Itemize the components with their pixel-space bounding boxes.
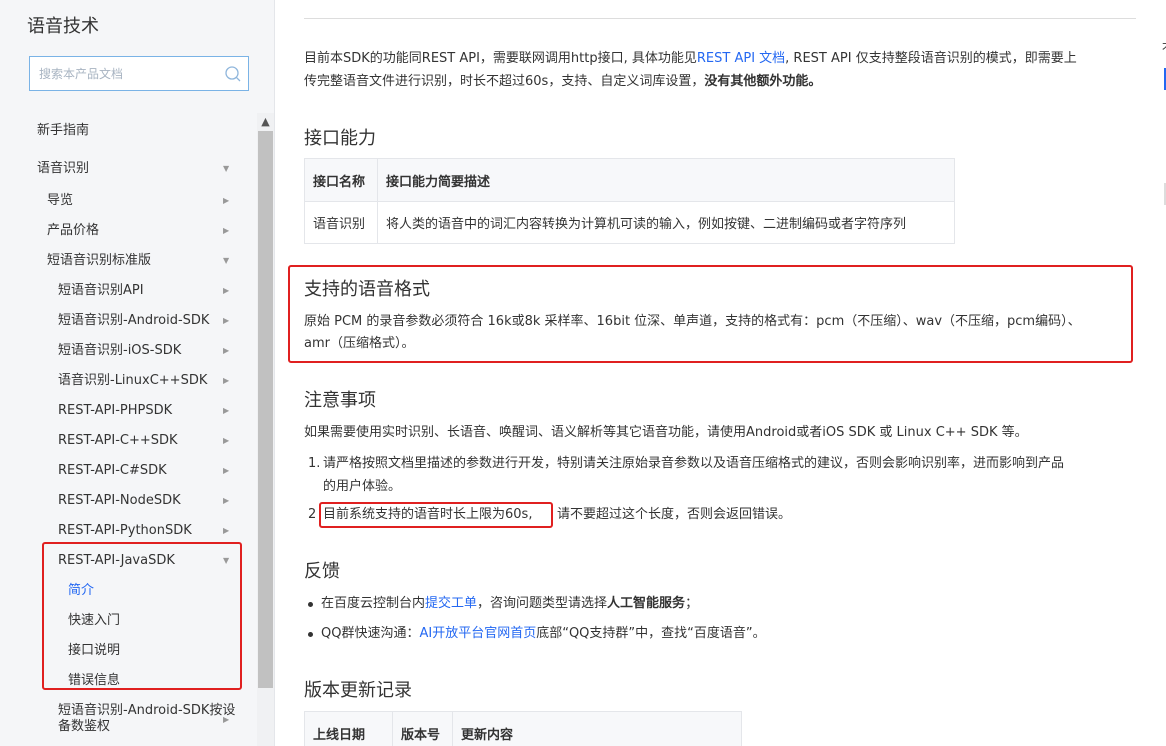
highlight-box-duration-limit [319, 502, 553, 528]
sidebar-item-short-speech-standard[interactable]: 短语音识别标准版 ▼ [0, 246, 255, 276]
note-1-number: 1. [308, 456, 321, 471]
highlight-box-java-sdk-nav [42, 542, 242, 690]
table-header: 接口名称 [304, 158, 378, 202]
chevron-right-icon: ▶ [223, 196, 230, 205]
sidebar-item-pricing[interactable]: 产品价格 ▶ [0, 216, 255, 246]
sidebar-item-php-sdk[interactable]: REST-API-PHPSDK ▶ [0, 396, 255, 426]
note-2-number: 2 [308, 507, 317, 522]
sidebar-item-cpp-sdk[interactable]: REST-API-C++SDK ▶ [0, 426, 255, 456]
sidebar-scrollbar-thumb[interactable] [258, 131, 273, 688]
chevron-down-icon: ▼ [223, 164, 230, 173]
search-icon[interactable] [224, 65, 241, 82]
right-toc-peek: 才 [1146, 0, 1166, 746]
table-cell: 语音识别 [304, 201, 378, 244]
table-header: 更新内容 [452, 711, 742, 746]
heading-feedback: 反馈 [304, 561, 340, 582]
doc-search-box [29, 56, 249, 91]
docs-page: 语音技术 ▲ 新手指南 语音识别 ▼ 导览 ▶ 产品价格 ▶ 短语音识别标准版 [0, 0, 1166, 746]
heading-capability: 接口能力 [304, 128, 376, 149]
feedback-list: 在百度云控制台内提交工单，咨询问题类型请选择人工智能服务； QQ群快速沟通：AI… [304, 589, 1144, 649]
sidebar-item-linux-cpp-sdk[interactable]: 语音识别-LinuxC++SDK ▶ [0, 366, 255, 396]
doc-content: 目前本SDK的功能同REST API，需要联网调用http接口, 具体功能见RE… [276, 0, 1146, 746]
note-2-rest: 请不要超过这个长度，否则会返回错误。 [557, 507, 792, 522]
sidebar-item-getting-started[interactable]: 新手指南 [0, 116, 255, 146]
chevron-right-icon: ▶ [223, 226, 230, 235]
list-item: QQ群快速沟通：AI开放平台官网首页底部“QQ支持群”中，查找“百度语音”。 [304, 619, 1144, 649]
sidebar-item-csharp-sdk[interactable]: REST-API-C#SDK ▶ [0, 456, 255, 486]
submit-ticket-link[interactable]: 提交工单 [425, 596, 477, 611]
chevron-right-icon: ▶ [223, 436, 230, 445]
note-1-line-2: 的用户体验。 [323, 479, 402, 494]
sidebar-item-speech-recognition[interactable]: 语音识别 ▼ [0, 154, 255, 184]
sidebar: 语音技术 ▲ 新手指南 语音识别 ▼ 导览 ▶ 产品价格 ▶ 短语音识别标准版 [0, 0, 275, 746]
table-cell: 将人类的语音中的词汇内容转换为计算机可读的输入，例如按键、二进制编码或者字符序列 [377, 201, 955, 244]
chevron-right-icon: ▶ [223, 286, 230, 295]
table-header: 接口能力简要描述 [377, 158, 955, 202]
chevron-right-icon: ▶ [223, 346, 230, 355]
intro-line-2: 传完整语音文件进行识别，时长不超过60s，支持、自定义词库设置，没有其他额外功能… [304, 74, 822, 89]
chevron-right-icon: ▶ [223, 715, 230, 724]
toc-title-fragment: 才 [1162, 38, 1166, 54]
sidebar-item-android-device-auth[interactable]: 短语音识别-Android-SDK按设 备数鉴权 ▶ [0, 700, 255, 740]
sidebar-item-overview[interactable]: 导览 ▶ [0, 186, 255, 216]
chevron-right-icon: ▶ [223, 496, 230, 505]
capability-table: 接口名称 接口能力简要描述 语音识别 将人类的语音中的词汇内容转换为计算机可读的… [304, 158, 955, 244]
table-header: 版本号 [392, 711, 453, 746]
notes-intro: 如果需要使用实时识别、长语音、唤醒词、语义解析等其它语音功能，请使用Androi… [304, 425, 1028, 440]
chevron-down-icon: ▼ [223, 256, 230, 265]
chevron-right-icon: ▶ [223, 376, 230, 385]
intro-line-1: 目前本SDK的功能同REST API，需要联网调用http接口, 具体功能见RE… [304, 51, 1077, 66]
chevron-right-icon: ▶ [223, 316, 230, 325]
heading-notes: 注意事项 [304, 390, 376, 411]
sidebar-item-ios-sdk[interactable]: 短语音识别-iOS-SDK ▶ [0, 336, 255, 366]
rest-api-doc-link[interactable]: REST API 文档 [697, 51, 785, 66]
doc-search-input[interactable] [30, 57, 210, 90]
sidebar-item-android-sdk[interactable]: 短语音识别-Android-SDK ▶ [0, 306, 255, 336]
ai-platform-home-link[interactable]: AI开放平台官网首页 [419, 626, 536, 641]
table-header: 上线日期 [304, 711, 393, 746]
changelog-table: 上线日期 版本号 更新内容 [304, 711, 742, 746]
top-divider [304, 18, 1136, 19]
highlight-box-formats [288, 265, 1133, 363]
chevron-right-icon: ▶ [223, 406, 230, 415]
list-item: 在百度云控制台内提交工单，咨询问题类型请选择人工智能服务； [304, 589, 1144, 619]
scroll-up-arrow-icon[interactable]: ▲ [257, 113, 274, 130]
table-row: 语音识别 将人类的语音中的词汇内容转换为计算机可读的输入，例如按键、二进制编码或… [304, 201, 955, 244]
chevron-right-icon: ▶ [223, 466, 230, 475]
sidebar-item-short-speech-api[interactable]: 短语音识别API ▶ [0, 276, 255, 306]
product-title: 语音技术 [27, 16, 99, 37]
note-1-line-1: 请严格按照文档里描述的参数进行开发，特别请关注原始录音参数以及语音压缩格式的建议… [323, 456, 1065, 471]
sidebar-item-node-sdk[interactable]: REST-API-NodeSDK ▶ [0, 486, 255, 516]
heading-changelog: 版本更新记录 [304, 680, 412, 701]
